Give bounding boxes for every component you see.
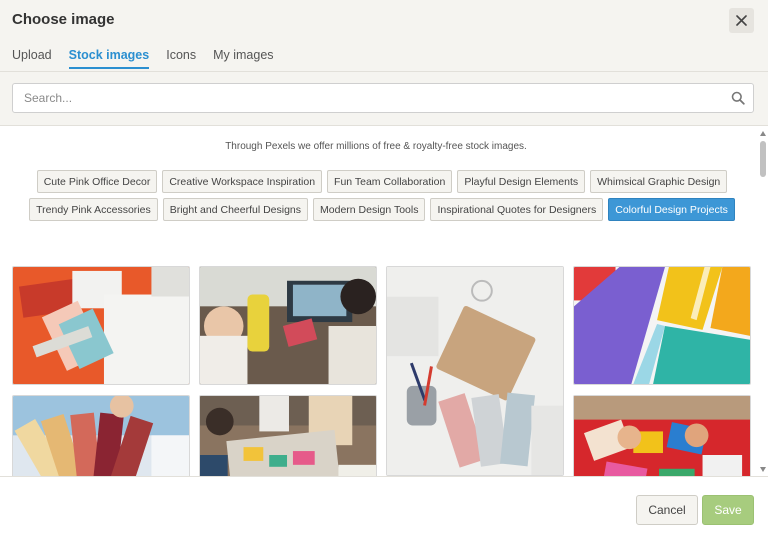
dialog-header: Choose image Upload Stock images Icons M… — [0, 0, 768, 126]
tab-my-images[interactable]: My images — [213, 48, 273, 69]
dialog-title: Choose image — [12, 11, 115, 28]
search-icon[interactable] — [731, 91, 745, 105]
stock-image-team-color-samples[interactable] — [199, 266, 377, 385]
chip-cute-pink-office-decor[interactable]: Cute Pink Office Decor — [36, 170, 158, 193]
close-icon — [736, 15, 747, 26]
search-input[interactable] — [13, 84, 703, 112]
scrollbar[interactable] — [758, 127, 768, 476]
tab-upload[interactable]: Upload — [12, 48, 52, 69]
chip-colorful-design-projects[interactable]: Colorful Design Projects — [608, 198, 735, 221]
chip-trendy-pink-accessories[interactable]: Trendy Pink Accessories — [29, 198, 158, 221]
tab-icons[interactable]: Icons — [166, 48, 196, 69]
tab-bar: Upload Stock images Icons My images — [12, 48, 291, 69]
chip-fun-team-collaboration[interactable]: Fun Team Collaboration — [327, 170, 453, 193]
tab-stock-images[interactable]: Stock images — [68, 48, 150, 69]
stock-images-panel: Through Pexels we offer millions of free… — [0, 127, 768, 476]
search-box — [12, 83, 754, 113]
scroll-up-arrow-icon[interactable] — [759, 130, 767, 138]
save-button[interactable]: Save — [702, 495, 754, 525]
stock-image-swatch-fan-blueprint[interactable] — [12, 395, 190, 476]
stock-image-swatches-orange-desk[interactable] — [12, 266, 190, 385]
stock-image-hands-colorful-fabric[interactable] — [573, 395, 751, 476]
tabs-divider — [0, 71, 768, 72]
chip-whimsical-graphic-design[interactable]: Whimsical Graphic Design — [590, 170, 728, 193]
stock-image-team-table-work[interactable] — [199, 395, 377, 476]
scrollbar-thumb[interactable] — [760, 141, 766, 177]
pexels-info-text: Through Pexels we offer millions of free… — [225, 141, 527, 152]
chip-inspirational-quotes[interactable]: Inspirational Quotes for Designers — [430, 198, 604, 221]
stock-image-colorful-blocks[interactable] — [573, 266, 751, 385]
dialog-footer: Cancel Save — [0, 476, 768, 535]
chip-bright-and-cheerful-designs[interactable]: Bright and Cheerful Designs — [162, 198, 309, 221]
chip-creative-workspace-inspiration[interactable]: Creative Workspace Inspiration — [162, 170, 323, 193]
scroll-down-arrow-icon[interactable] — [759, 465, 767, 473]
chip-modern-design-tools[interactable]: Modern Design Tools — [313, 198, 426, 221]
close-button[interactable] — [729, 8, 754, 33]
cancel-button[interactable]: Cancel — [636, 495, 698, 525]
stock-image-notebook-swatches[interactable] — [386, 266, 564, 476]
chip-playful-design-elements[interactable]: Playful Design Elements — [457, 170, 586, 193]
suggestion-chips: Cute Pink Office Decor Creative Workspac… — [12, 170, 752, 221]
